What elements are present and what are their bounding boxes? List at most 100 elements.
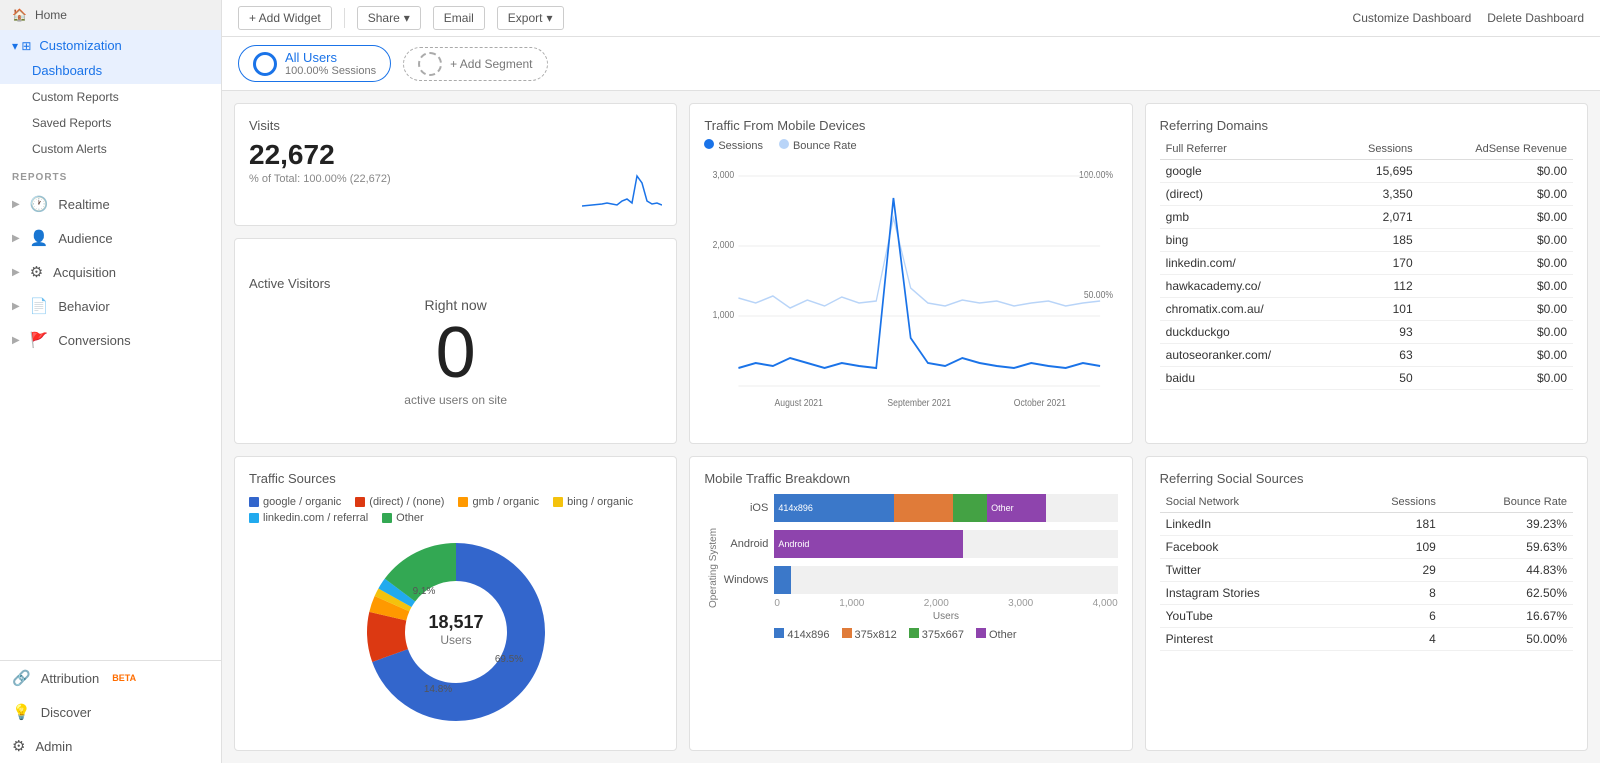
sidebar-item-custom-reports[interactable]: Custom Reports [0,84,221,110]
svg-text:14.8%: 14.8% [423,684,451,695]
y-axis-label: Operating System [704,494,719,641]
table-row: bing185$0.00 [1160,229,1573,252]
home-label: Home [35,8,67,22]
active-visitors-card: Active Visitors Right now 0 active users… [234,238,677,444]
x-axis-label: Users [719,611,1117,622]
acquisition-label: Acquisition [53,265,116,280]
legend-dot-google [249,497,259,507]
legend-gmb: gmb / organic [458,496,539,508]
table-row: Pinterest450.00% [1160,628,1573,651]
visits-title: Visits [249,118,662,133]
discover-label: Discover [41,705,92,720]
attribution-icon: 🔗 [12,669,31,687]
nav-expand-icon5: ▶ [12,335,20,346]
add-segment-circle [418,52,442,76]
traffic-sources-title: Traffic Sources [249,471,662,486]
segmentbar: All Users 100.00% Sessions + Add Segment [222,37,1600,91]
table-row: gmb2,071$0.00 [1160,206,1573,229]
referring-social-table: Social Network Sessions Bounce Rate Link… [1160,492,1573,651]
discover-icon: 💡 [12,703,31,721]
realtime-icon: 🕐 [30,195,49,213]
donut-chart-container: google / organic (direct) / (none) gmb /… [249,496,662,732]
sidebar-item-discover[interactable]: 💡 Discover [0,695,221,729]
mobile-breakdown-title: Mobile Traffic Breakdown [704,471,1117,486]
active-visitors-title: Active Visitors [249,276,330,291]
mobile-traffic-card: Traffic From Mobile Devices Sessions Bou… [689,103,1132,444]
legend-label-bing: bing / organic [567,496,633,508]
bar-chart-area: iOS 414x896 Other Android Android [719,494,1117,641]
add-segment-button[interactable]: + Add Segment [403,47,547,81]
dashboards-label: Dashboards [32,63,102,78]
table-row: YouTube616.67% [1160,605,1573,628]
all-users-segment[interactable]: All Users 100.00% Sessions [238,45,391,82]
col-bounce: Bounce Rate [1442,492,1573,513]
email-button[interactable]: Email [433,6,485,30]
table-row: autoseoranker.com/63$0.00 [1160,344,1573,367]
table-row: duckduckgo93$0.00 [1160,321,1573,344]
sidebar-item-acquisition[interactable]: ▶ ⚙ Acquisition [0,255,221,289]
sidebar-item-behavior[interactable]: ▶ 📄 Behavior [0,289,221,323]
active-users-label: active users on site [404,393,507,407]
export-button[interactable]: Export ▾ [497,6,564,30]
svg-text:1,000: 1,000 [713,309,735,320]
legend-dot-bing [553,497,563,507]
table-row: hawkacademy.co/112$0.00 [1160,275,1573,298]
share-chevron-icon: ▾ [404,11,410,25]
legend-label-other: Other [396,512,424,524]
delete-dashboard-link[interactable]: Delete Dashboard [1487,11,1584,25]
topbar-divider [344,8,345,28]
referring-social-body: LinkedIn18139.23%Facebook10959.63%Twitte… [1160,513,1573,651]
email-label: Email [444,11,474,25]
main-content: + Add Widget Share ▾ Email Export ▾ Cust… [222,0,1600,763]
sidebar-item-admin[interactable]: ⚙ Admin [0,729,221,763]
android-seg: Android [774,530,963,558]
ios-seg-375-667 [953,494,987,522]
sidebar-item-dashboards[interactable]: Dashboards [0,57,221,84]
legend-google: google / organic [249,496,341,508]
sidebar-item-custom-alerts[interactable]: Custom Alerts [0,136,221,162]
sidebar-item-customization[interactable]: ▾ ⊞ Customization [0,30,221,57]
audience-icon: 👤 [30,229,49,247]
table-row: Instagram Stories862.50% [1160,582,1573,605]
table-row: (direct)3,350$0.00 [1160,183,1573,206]
mobile-breakdown-card: Mobile Traffic Breakdown Operating Syste… [689,456,1132,751]
referring-domains-body: google15,695$0.00(direct)3,350$0.00gmb2,… [1160,160,1573,390]
sidebar: 🏠 Home ▾ ⊞ Customization Dashboards Cust… [0,0,222,763]
col-revenue: AdSense Revenue [1419,139,1573,160]
svg-text:2,000: 2,000 [713,239,735,250]
visits-sparkline [582,171,662,211]
sidebar-item-audience[interactable]: ▶ 👤 Audience [0,221,221,255]
legend-dot-gmb [458,497,468,507]
sidebar-item-home[interactable]: 🏠 Home [0,0,221,30]
legend-label-gmb: gmb / organic [472,496,539,508]
sidebar-item-conversions[interactable]: ▶ 🚩 Conversions [0,323,221,357]
legend-dot-other [382,513,392,523]
sidebar-item-realtime[interactable]: ▶ 🕐 Realtime [0,187,221,221]
legend-bing: bing / organic [553,496,633,508]
legend-dot-linkedin [249,513,259,523]
donut-chart: 18,517 Users 69.5% 9.1% 14.8% [356,532,556,732]
customization-icon: ▾ ⊞ [12,39,31,53]
add-widget-label: + Add Widget [249,11,321,25]
table-row: google15,695$0.00 [1160,160,1573,183]
table-row: linkedin.com/170$0.00 [1160,252,1573,275]
admin-label: Admin [35,739,72,754]
audience-label: Audience [58,231,112,246]
segment-sessions: 100.00% Sessions [285,65,376,77]
legend-direct: (direct) / (none) [355,496,444,508]
reports-section-label: REPORTS [0,162,221,187]
svg-text:9.1%: 9.1% [412,586,435,597]
segment-circle [253,52,277,76]
donut-legend: google / organic (direct) / (none) gmb /… [249,496,662,524]
topbar-right: Customize Dashboard Delete Dashboard [1353,11,1584,25]
sidebar-item-attribution[interactable]: 🔗 Attribution BETA [0,661,221,695]
add-segment-label: + Add Segment [450,57,532,71]
nav-expand-icon3: ▶ [12,267,20,278]
add-widget-button[interactable]: + Add Widget [238,6,332,30]
customize-dashboard-link[interactable]: Customize Dashboard [1353,11,1472,25]
table-row: baidu50$0.00 [1160,367,1573,390]
legend-label-direct: (direct) / (none) [369,496,444,508]
export-label: Export [508,11,543,25]
share-button[interactable]: Share ▾ [357,6,421,30]
sidebar-item-saved-reports[interactable]: Saved Reports [0,110,221,136]
